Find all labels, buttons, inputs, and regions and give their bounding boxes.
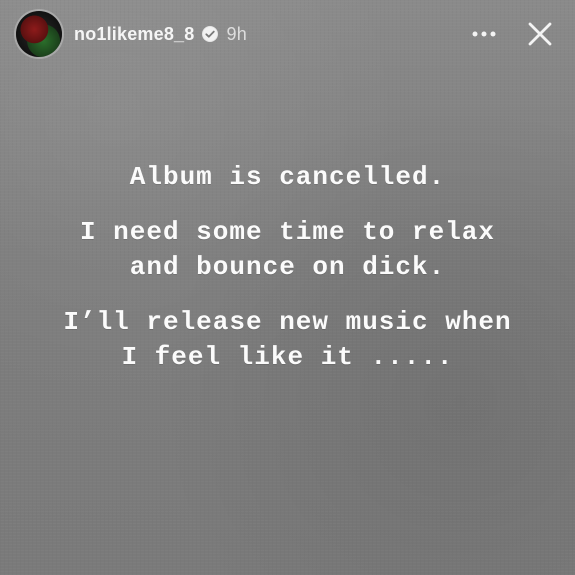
story-line-1: Album is cancelled. [129, 162, 446, 192]
username[interactable]: no1likeme8_8 [74, 25, 194, 43]
header-controls [465, 15, 559, 53]
close-icon[interactable] [521, 15, 559, 53]
story-view: no1likeme8_8 9h Album is cancelled. I ne… [0, 0, 575, 575]
story-line-5: I feel like it ..... [121, 342, 454, 372]
verified-check-icon [202, 26, 219, 42]
avatar[interactable] [16, 11, 62, 57]
account-info[interactable]: no1likeme8_8 9h [16, 11, 247, 57]
story-line-2: I need some time to relax [79, 217, 496, 247]
story-header: no1likeme8_8 9h [16, 8, 559, 60]
more-options-icon[interactable] [465, 19, 503, 49]
account-meta: no1likeme8_8 9h [74, 25, 247, 43]
story-line-4: I’ll release new music when [63, 307, 512, 337]
story-age: 9h [226, 24, 247, 44]
story-text: Album is cancelled. I need some time to … [0, 160, 575, 375]
story-line-3: and bounce on dick. [129, 252, 446, 282]
